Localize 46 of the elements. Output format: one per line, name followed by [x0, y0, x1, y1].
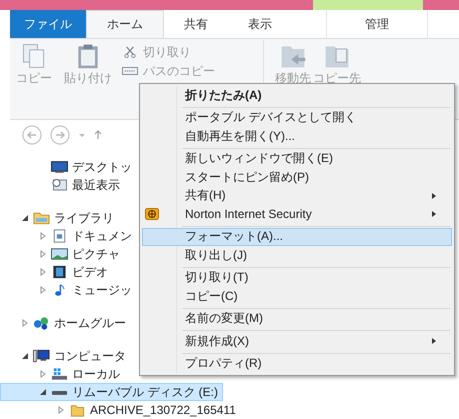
- menu-item[interactable]: Norton Internet Security: [142, 205, 452, 224]
- folder-icon: [33, 211, 50, 225]
- computer-icon: [33, 349, 50, 363]
- menu-item[interactable]: 共有(H): [142, 186, 452, 205]
- menu-item[interactable]: 切り取り(T): [142, 268, 452, 287]
- folder-icon: [69, 403, 86, 417]
- menu-item[interactable]: ポータブル デバイスとして開く: [142, 108, 452, 127]
- drive-icon: [51, 367, 68, 381]
- film-strip-icon: [51, 265, 68, 279]
- menu-item[interactable]: コピー(C): [142, 287, 452, 306]
- globe-badge-icon: [145, 208, 159, 220]
- tree-item[interactable]: リムーバブル ディスク (E:): [0, 383, 223, 401]
- collapsed-arrow-icon[interactable]: [39, 370, 47, 378]
- expanded-arrow-icon[interactable]: [21, 352, 29, 360]
- submenu-arrow-icon: [431, 210, 437, 218]
- collapsed-arrow-icon[interactable]: [57, 406, 65, 414]
- network-icon: [33, 316, 50, 330]
- menu-item[interactable]: 新規作成(X): [142, 332, 452, 350]
- submenu-arrow-icon: [431, 337, 437, 346]
- path-field-icon: [122, 65, 138, 77]
- scissors-icon: [122, 46, 138, 58]
- document-icon: [51, 229, 68, 243]
- expanded-arrow-icon[interactable]: [39, 388, 47, 396]
- monitor-icon: [51, 160, 68, 174]
- menu-item[interactable]: 取り出し(J): [142, 246, 452, 264]
- ribbon-tab[interactable]: ホーム: [86, 10, 164, 38]
- expanded-arrow-icon[interactable]: [21, 214, 29, 222]
- collapsed-arrow-icon[interactable]: [39, 232, 47, 240]
- collapsed-arrow-icon[interactable]: [39, 250, 47, 258]
- ribbon-tab[interactable]: ファイル: [10, 10, 86, 38]
- ribbon-tab[interactable]: 管理: [326, 10, 428, 38]
- menu-item[interactable]: 自動再生を開く(Y)...: [142, 127, 452, 146]
- picture-icon: [51, 247, 68, 261]
- collapsed-arrow-icon[interactable]: [21, 319, 29, 327]
- tree-item[interactable]: ARCHIVE_130722_165411: [0, 401, 241, 419]
- menu-item[interactable]: 新しいウィンドウで開く(E): [142, 150, 452, 168]
- clock-document-icon: [51, 178, 68, 192]
- up-arrow-icon[interactable]: [94, 130, 102, 140]
- menu-item[interactable]: フォーマット(A)...: [142, 228, 452, 246]
- menu-item[interactable]: 折りたたみ(A): [142, 86, 452, 104]
- submenu-arrow-icon: [431, 192, 437, 200]
- collapsed-arrow-icon[interactable]: [39, 286, 47, 294]
- collapsed-arrow-icon[interactable]: [39, 268, 47, 276]
- menu-item[interactable]: プロパティ(R): [142, 354, 452, 373]
- menu-item[interactable]: 名前の変更(M): [142, 310, 452, 328]
- menu-item[interactable]: スタートにピン留め(P): [142, 168, 452, 186]
